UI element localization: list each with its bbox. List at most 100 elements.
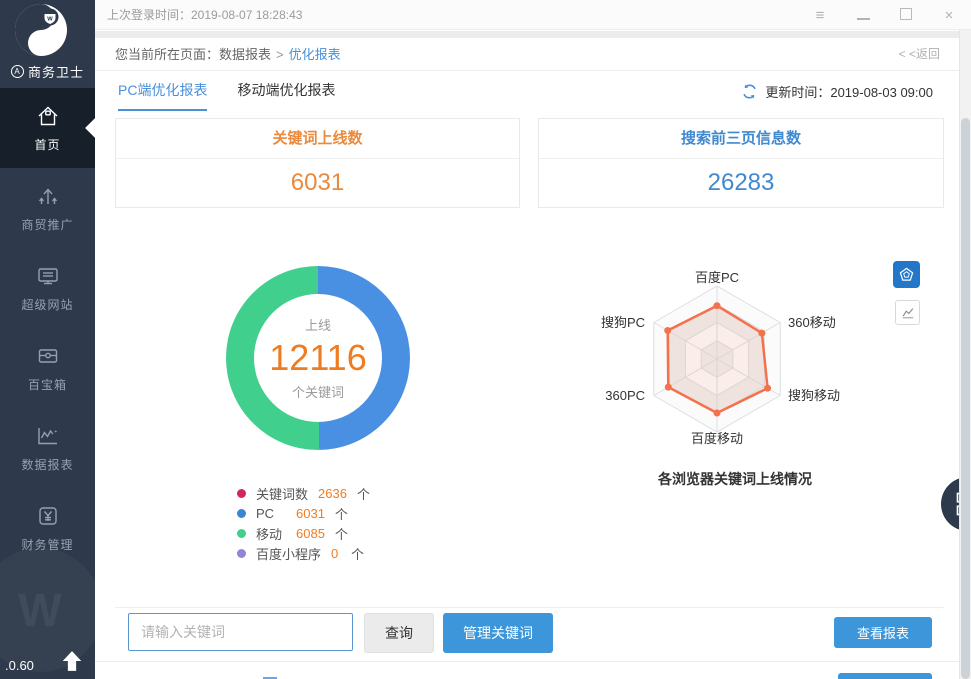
donut-center-value: 12116 — [269, 337, 366, 379]
sidebar-item-label: 百宝箱 — [28, 376, 67, 393]
window-controls: ≡ × — [812, 0, 963, 30]
legend-unit: 个 — [335, 504, 348, 523]
home-icon — [35, 103, 61, 129]
sidebar-item-promotion[interactable]: 商贸推广 — [0, 168, 95, 248]
legend-label: 百度小程序 — [256, 544, 321, 563]
legend-item: 百度小程序 0 个 — [237, 543, 370, 563]
back-link[interactable]: < <返回 — [899, 38, 940, 71]
legend-value: 0 — [331, 546, 341, 561]
donut-center: 上线 12116 个关键词 — [254, 294, 382, 422]
manage-keywords-button[interactable]: 管理关键词 — [443, 613, 553, 653]
legend-value: 6031 — [296, 506, 325, 521]
radar-axis-label: 百度PC — [695, 270, 739, 285]
sidebar-item-data-report[interactable]: 数据报表 — [0, 408, 95, 488]
tab-pc-report[interactable]: PC端优化报表 — [118, 71, 207, 111]
legend-item: PC 6031 个 — [237, 503, 370, 523]
view-report-button[interactable]: 查看报表 — [834, 617, 932, 648]
stat-card-title: 关键词上线数 — [116, 119, 519, 159]
close-icon[interactable]: × — [941, 7, 957, 24]
legend-value: 2636 — [318, 486, 347, 501]
donut-center-top-label: 上线 — [305, 315, 331, 334]
radar-chart: 百度PC 360移动 搜狗移动 百度移动 360PC 搜狗PC — [545, 250, 885, 466]
query-button[interactable]: 查询 — [364, 613, 434, 653]
sidebar-item-label: 超级网站 — [21, 296, 73, 313]
donut-legend: 关键词数 2636 个 PC 6031 个 移动 6085 个 百度小程序 0 … — [237, 483, 370, 563]
legend-dot — [237, 489, 246, 498]
toolbox-icon — [35, 343, 61, 369]
legend-dot — [237, 529, 246, 538]
sidebar-item-home[interactable]: 首页 — [0, 88, 95, 168]
stat-card-value: 6031 — [116, 159, 519, 207]
minimize-icon[interactable] — [855, 7, 871, 24]
breadcrumb-parent-link[interactable]: 数据报表 — [219, 47, 271, 62]
section-divider — [115, 607, 944, 608]
radar-axis-label: 百度移动 — [691, 431, 743, 446]
legend-item: 移动 6085 个 — [237, 523, 370, 543]
radar-view-button[interactable] — [893, 261, 920, 288]
legend-dot — [237, 549, 246, 558]
legend-unit: 个 — [335, 524, 348, 543]
radar-axis-label: 搜狗移动 — [788, 388, 840, 403]
scrollbar-thumb[interactable] — [961, 118, 970, 679]
legend-label: PC — [256, 506, 286, 521]
donut-center-bottom-label: 个关键词 — [292, 382, 344, 401]
radar-caption: 各浏览器关键词上线情况 — [560, 469, 910, 489]
report-tabs: PC端优化报表 移动端优化报表 — [118, 71, 335, 111]
promotion-icon — [35, 183, 61, 209]
radar-axis-label: 360PC — [605, 388, 645, 403]
breadcrumb-arrow: > — [276, 47, 284, 62]
tab-mobile-report[interactable]: 移动端优化报表 — [237, 71, 335, 111]
sidebar: w A 商务卫士 首页 — [0, 0, 95, 679]
active-item-notch — [85, 118, 95, 138]
radar-axis-label: 360移动 — [788, 315, 836, 330]
brand-name: 商务卫士 — [28, 62, 84, 81]
app-window: w A 商务卫士 首页 — [0, 0, 971, 679]
sidebar-item-toolbox[interactable]: 百宝箱 — [0, 328, 95, 408]
svg-text:w: w — [46, 16, 53, 23]
breadcrumb-row: 您当前所在页面：数据报表 > 优化报表 < <返回 — [95, 38, 960, 71]
main-panel: PC端优化报表 移动端优化报表 更新时间：2019-08-03 09:00 关键… — [95, 71, 960, 679]
legend-unit: 个 — [357, 484, 370, 503]
line-chart-icon — [35, 423, 61, 449]
monitor-icon — [35, 263, 61, 289]
keyword-search-input[interactable] — [128, 613, 353, 651]
yuan-icon — [35, 503, 61, 529]
back-to-top-arrow-icon[interactable] — [60, 649, 84, 673]
header-divider — [95, 31, 971, 38]
title-bar: 上次登录时间：2019-08-07 18:28:43 ≡ × — [95, 0, 971, 30]
sidebar-item-label: 数据报表 — [21, 456, 73, 473]
breadcrumb: 您当前所在页面：数据报表 > 优化报表 — [115, 38, 341, 71]
legend-item: 关键词数 2636 个 — [237, 483, 370, 503]
stat-card-top3-info: 搜索前三页信息数 26283 — [538, 118, 944, 208]
maximize-icon[interactable] — [898, 7, 914, 24]
last-login-time: 上次登录时间：2019-08-07 18:28:43 — [107, 0, 302, 30]
version-text: .0.60 — [5, 658, 34, 673]
menu-icon[interactable]: ≡ — [812, 7, 828, 24]
sidebar-item-super-website[interactable]: 超级网站 — [0, 248, 95, 328]
update-time-row: 更新时间：2019-08-03 09:00 — [741, 71, 933, 111]
sidebar-item-label: 首页 — [34, 136, 60, 153]
legend-value: 6085 — [296, 526, 325, 541]
radar-axis-label: 搜狗PC — [601, 315, 645, 330]
stat-card-title: 搜索前三页信息数 — [539, 119, 943, 159]
vertical-scrollbar — [959, 30, 971, 679]
breadcrumb-current-link[interactable]: 优化报表 — [289, 47, 341, 62]
app-logo-icon: w — [14, 3, 68, 57]
stat-card-keywords-online: 关键词上线数 6031 — [115, 118, 520, 208]
breadcrumb-prefix: 您当前所在页面： — [115, 47, 219, 62]
next-section-partial — [95, 661, 960, 679]
stat-card-value: 26283 — [539, 159, 943, 207]
sidebar-item-label: 商贸推广 — [21, 216, 73, 233]
legend-label: 移动 — [256, 524, 286, 543]
brand: A 商务卫士 — [0, 62, 95, 81]
legend-unit: 个 — [351, 544, 364, 563]
update-time-text: 更新时间：2019-08-03 09:00 — [765, 82, 933, 101]
legend-label: 关键词数 — [256, 484, 308, 503]
brand-badge-icon: A — [11, 65, 24, 78]
refresh-icon[interactable] — [741, 83, 758, 100]
donut-chart: 上线 12116 个关键词 — [226, 266, 410, 450]
legend-dot — [237, 509, 246, 518]
sidebar-menu: 首页 商贸推广 超级网站 — [0, 88, 95, 568]
next-section-button-sliver — [838, 673, 932, 679]
line-view-button[interactable] — [895, 300, 920, 325]
